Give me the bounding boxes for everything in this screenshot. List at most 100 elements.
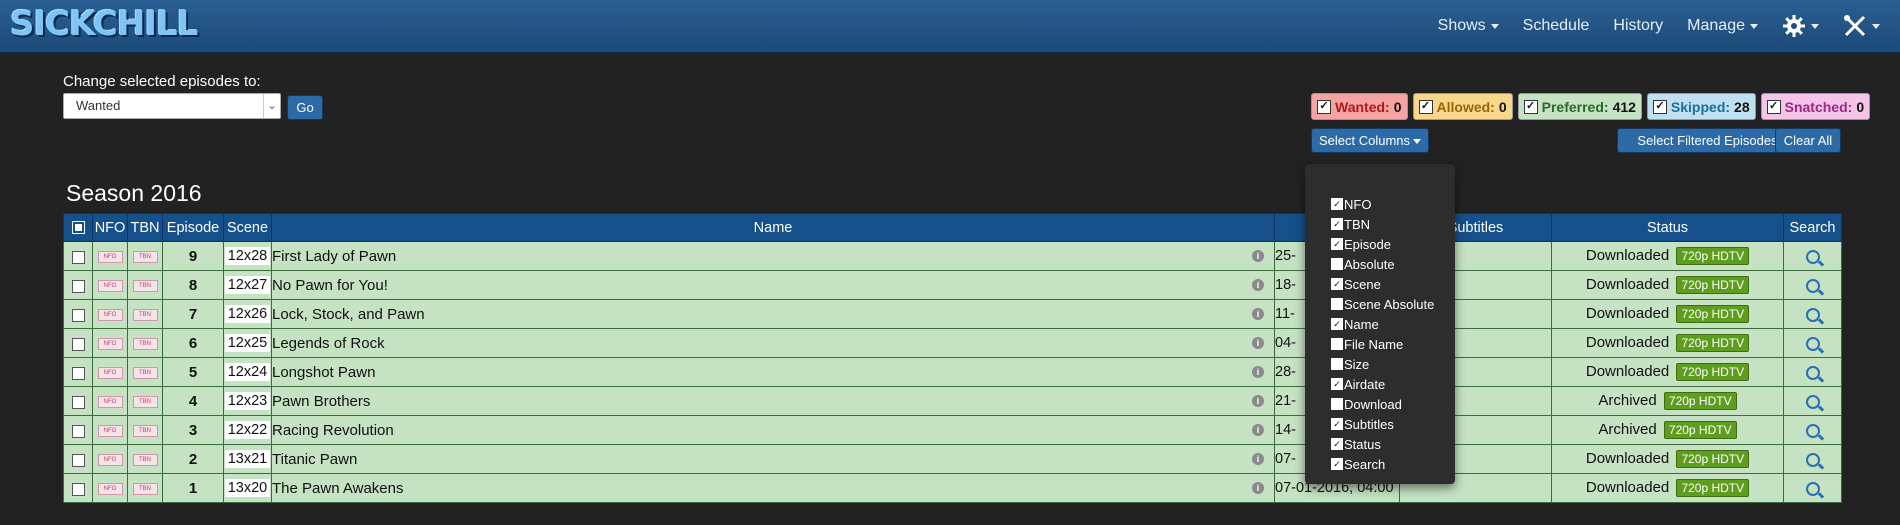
column-option[interactable]: Scene Absolute: [1331, 294, 1434, 314]
status-filter-badge[interactable]: ✓ Preferred: 412: [1517, 93, 1642, 120]
checkbox[interactable]: [71, 482, 85, 496]
checkbox[interactable]: [1331, 298, 1343, 310]
select-all-checkbox[interactable]: [63, 213, 93, 242]
checkbox[interactable]: [71, 279, 85, 293]
checkbox[interactable]: [1331, 258, 1343, 270]
settings-menu[interactable]: [1782, 14, 1819, 38]
column-option[interactable]: ✓ Name: [1331, 314, 1434, 334]
checkbox[interactable]: [71, 221, 85, 235]
checkbox[interactable]: ✓: [1331, 378, 1343, 390]
scene-number[interactable]: 13x21: [224, 450, 271, 468]
column-option[interactable]: ✓ NFO: [1331, 194, 1434, 214]
checkbox[interactable]: ✓: [1331, 278, 1343, 290]
scene-number[interactable]: 12x26: [224, 305, 271, 323]
checkbox[interactable]: [1331, 358, 1343, 370]
status-filter-badge[interactable]: ✓ Wanted: 0: [1311, 93, 1408, 120]
header-search[interactable]: Search: [1783, 213, 1842, 242]
column-option[interactable]: Size: [1331, 354, 1434, 374]
column-option[interactable]: ✓ Search: [1331, 454, 1434, 474]
checkbox[interactable]: ✓: [1523, 99, 1538, 114]
checkbox[interactable]: ✓: [1317, 99, 1331, 114]
clear-all-button[interactable]: Clear All: [1775, 128, 1841, 153]
checkbox[interactable]: ✓: [1331, 418, 1343, 430]
search-icon[interactable]: [1805, 482, 1820, 497]
checkbox[interactable]: [71, 250, 85, 264]
info-icon[interactable]: i: [1252, 395, 1264, 407]
search-cell: [1783, 357, 1842, 387]
info-icon[interactable]: i: [1252, 424, 1264, 436]
column-option[interactable]: Download: [1331, 394, 1434, 414]
nav-schedule[interactable]: Schedule: [1523, 17, 1590, 35]
checkbox[interactable]: [71, 366, 85, 380]
info-icon[interactable]: i: [1252, 453, 1264, 465]
checkbox[interactable]: ✓: [1331, 438, 1343, 450]
column-option[interactable]: ✓ Subtitles: [1331, 414, 1434, 434]
search-icon[interactable]: [1805, 337, 1820, 352]
column-option[interactable]: ✓ Airdate: [1331, 374, 1434, 394]
tools-menu[interactable]: [1843, 14, 1880, 38]
checkbox[interactable]: [71, 453, 85, 467]
checkbox[interactable]: ✓: [1652, 99, 1667, 114]
checkbox[interactable]: [1331, 398, 1343, 410]
column-option[interactable]: File Name: [1331, 334, 1434, 354]
column-option[interactable]: ✓ TBN: [1331, 214, 1434, 234]
quality-badge: 720p HDTV: [1676, 247, 1750, 265]
row-select-cell: [63, 386, 93, 416]
checkbox[interactable]: ✓: [1331, 458, 1343, 470]
checkbox[interactable]: ✓: [1331, 218, 1343, 230]
nav-shows[interactable]: Shows: [1438, 17, 1499, 35]
select-filtered-episodes-button[interactable]: Select Filtered Episodes: [1617, 128, 1798, 153]
search-icon[interactable]: [1805, 366, 1820, 381]
header-episode[interactable]: Episode: [162, 213, 224, 242]
checkbox[interactable]: [71, 308, 85, 322]
checkbox[interactable]: [71, 395, 85, 409]
info-icon[interactable]: i: [1252, 482, 1264, 494]
search-icon[interactable]: [1805, 424, 1820, 439]
header-tbn[interactable]: TBN: [127, 213, 163, 242]
checkbox[interactable]: ✓: [1331, 198, 1343, 210]
header-nfo[interactable]: NFO: [92, 213, 128, 242]
column-option[interactable]: ✓ Scene: [1331, 274, 1434, 294]
info-icon[interactable]: i: [1252, 366, 1264, 378]
scene-number[interactable]: 12x23: [224, 392, 271, 410]
column-option[interactable]: ✓ Episode: [1331, 234, 1434, 254]
info-icon[interactable]: i: [1252, 279, 1264, 291]
nav-manage[interactable]: Manage: [1687, 17, 1758, 35]
checkbox[interactable]: ✓: [1766, 99, 1781, 114]
checkbox[interactable]: ✓: [1331, 238, 1343, 250]
scene-number[interactable]: 12x24: [224, 363, 271, 381]
sickchill-logo[interactable]: SICKCHILL: [10, 4, 198, 44]
info-icon[interactable]: i: [1252, 250, 1264, 262]
header-status[interactable]: Status: [1551, 213, 1784, 242]
info-icon[interactable]: i: [1252, 337, 1264, 349]
checkbox[interactable]: ✓: [1418, 99, 1433, 114]
scene-number[interactable]: 13x20: [224, 479, 271, 497]
search-icon[interactable]: [1805, 279, 1820, 294]
nfo-missing-icon: NFO: [97, 367, 123, 380]
status-filter-badge[interactable]: ✓ Allowed: 0: [1412, 93, 1513, 120]
column-option[interactable]: ✓ Status: [1331, 434, 1434, 454]
checkbox[interactable]: [71, 424, 85, 438]
search-icon[interactable]: [1805, 453, 1820, 468]
scene-number[interactable]: 12x25: [224, 334, 271, 352]
scene-number[interactable]: 12x22: [224, 421, 271, 439]
select-columns-button[interactable]: Select Columns: [1311, 128, 1429, 153]
checkbox[interactable]: [1331, 338, 1343, 350]
scene-number[interactable]: 12x28: [224, 247, 271, 265]
status-filter-badge[interactable]: ✓ Snatched: 0: [1760, 93, 1871, 120]
status-select[interactable]: Wanted ⌄: [63, 93, 281, 119]
checkbox[interactable]: [71, 337, 85, 351]
search-icon[interactable]: [1805, 250, 1820, 265]
info-icon[interactable]: i: [1252, 308, 1264, 320]
search-icon[interactable]: [1805, 395, 1820, 410]
column-option[interactable]: Absolute: [1331, 254, 1434, 274]
status-filter-badge[interactable]: ✓ Skipped: 28: [1646, 93, 1756, 120]
episode-status: Downloaded: [1585, 276, 1670, 293]
header-name[interactable]: Name: [271, 213, 1275, 242]
go-button[interactable]: Go: [287, 95, 323, 120]
scene-number[interactable]: 12x27: [224, 276, 271, 294]
nav-history[interactable]: History: [1613, 17, 1663, 35]
checkbox[interactable]: ✓: [1331, 318, 1343, 330]
header-scene[interactable]: Scene: [223, 213, 272, 242]
search-icon[interactable]: [1805, 308, 1820, 323]
